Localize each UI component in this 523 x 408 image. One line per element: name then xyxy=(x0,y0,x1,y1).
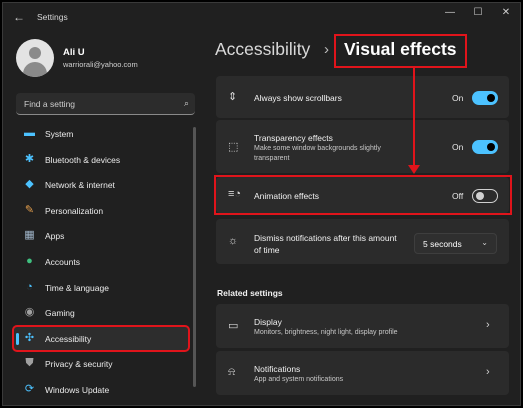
sidebar-item-label: Accounts xyxy=(45,256,80,267)
active-indicator xyxy=(16,332,19,345)
avatar-head-shape xyxy=(29,47,41,59)
sidebar-item-personalization[interactable]: ✎ Personalization xyxy=(13,198,189,224)
sidebar-item-accessibility[interactable]: ✣ Accessibility xyxy=(12,324,190,353)
clock-globe-icon: ◔ xyxy=(26,280,33,293)
sidebar-item-time-language[interactable]: ◔ Time & language xyxy=(13,275,189,301)
settings-window: ← Settings — ☐ ✕ Ali U warriorali@yahoo.… xyxy=(2,2,521,406)
sidebar-item-label: Gaming xyxy=(45,308,75,319)
sidebar-item-label: Personalization xyxy=(45,205,104,216)
sidebar-item-label: Privacy & security xyxy=(45,359,113,370)
toggle-knob xyxy=(487,94,495,102)
transparency-setting-card: ⬚ Transparency effects Make some window … xyxy=(216,120,509,173)
sidebar-item-label: Apps xyxy=(45,231,65,242)
sidebar-item-label: System xyxy=(45,129,74,139)
search-input[interactable] xyxy=(16,93,195,114)
sidebar-item-label: Windows Update xyxy=(45,384,110,395)
notification-timeout-label: Dismiss notifications after this amount … xyxy=(254,233,397,255)
sidebar-item-label: Time & language xyxy=(45,282,109,293)
sidebar-nav: ▬ System ✱ Bluetooth & devices ◆ Network & in… xyxy=(12,121,190,403)
scrollbars-label: Always show scrollbars xyxy=(254,93,342,103)
gamepad-icon: ◉ xyxy=(24,306,35,319)
avatar-body-shape xyxy=(23,62,47,77)
toggle-knob xyxy=(487,143,495,151)
minimize-button[interactable]: — xyxy=(441,7,459,21)
related-settings-heading: Related settings xyxy=(217,288,283,298)
animation-annotation-box xyxy=(214,175,512,215)
transparency-description: Make some window backgrounds slightly tr… xyxy=(254,145,381,162)
monitor-icon: ▭ xyxy=(228,320,239,332)
annotation-arrow-line xyxy=(413,67,415,167)
transparency-label: Transparency effects xyxy=(254,133,333,143)
display-description: Monitors, brightness, night light, displ… xyxy=(254,329,398,336)
bell-icon: ⍾ xyxy=(228,366,236,378)
chevron-down-icon: ⌄ xyxy=(481,238,488,247)
transparency-state: On xyxy=(452,142,464,152)
bluetooth-icon: ✱ xyxy=(24,152,35,165)
accessibility-icon: ✣ xyxy=(24,331,35,344)
breadcrumb-parent[interactable]: Accessibility xyxy=(215,39,310,60)
sidebar-item-label: Accessibility xyxy=(45,333,92,344)
sidebar-item-privacy-security[interactable]: ⛊ Privacy & security xyxy=(13,351,189,377)
user-email: warriorali@yahoo.com xyxy=(63,60,138,69)
notification-timeout-select[interactable]: 5 seconds ⌄ xyxy=(414,233,497,254)
transparency-icon: ⬚ xyxy=(228,141,239,153)
display-link-card[interactable]: ▭ Display Monitors, brightness, night li… xyxy=(216,304,509,348)
sidebar-item-network-internet[interactable]: ◆ Network & internet xyxy=(13,172,189,198)
notifications-label: Notifications xyxy=(254,364,301,374)
page-title: Visual effects xyxy=(344,39,457,59)
search-box[interactable]: ⌕ xyxy=(16,93,195,115)
close-button[interactable]: ✕ xyxy=(497,7,515,21)
transparency-toggle[interactable] xyxy=(472,140,498,154)
chevron-right-icon: › xyxy=(486,366,490,378)
shield-icon: ⛊ xyxy=(25,357,34,370)
notification-timeout-value: 5 seconds xyxy=(423,239,462,249)
avatar[interactable] xyxy=(16,39,54,77)
search-icon[interactable]: ⌕ xyxy=(184,98,189,109)
breadcrumb-separator: › xyxy=(324,41,329,58)
maximize-button[interactable]: ☐ xyxy=(469,7,487,21)
annotation-arrow-head xyxy=(408,165,420,174)
scrollbars-toggle[interactable] xyxy=(472,91,498,105)
sidebar-item-apps[interactable]: ▦ Apps xyxy=(13,223,189,249)
sidebar-scrollbar[interactable] xyxy=(193,127,196,387)
sidebar-item-accounts[interactable]: ● Accounts xyxy=(13,249,189,275)
wifi-icon: ◆ xyxy=(25,178,34,191)
apps-icon: ▦ xyxy=(24,229,35,242)
scroll-arrows-icon: ⇕ xyxy=(228,91,238,103)
app-title: Settings xyxy=(37,12,68,22)
display-label: Display xyxy=(254,317,282,327)
user-name: Ali U xyxy=(63,47,85,58)
sidebar-item-bluetooth-devices[interactable]: ✱ Bluetooth & devices xyxy=(13,147,189,173)
sidebar-item-label: Network & internet xyxy=(45,180,115,191)
brush-icon: ✎ xyxy=(24,203,35,216)
system-icon: ▬ xyxy=(24,127,35,139)
scrollbars-setting-card: ⇕ Always show scrollbars On xyxy=(216,76,509,118)
notifications-link-card[interactable]: ⍾ Notifications App and system notificat… xyxy=(216,351,509,395)
title-bar: ← Settings — ☐ ✕ xyxy=(3,3,520,31)
scrollbars-state: On xyxy=(452,93,464,103)
person-icon: ● xyxy=(26,254,33,267)
chevron-right-icon: › xyxy=(486,319,490,331)
sidebar-item-windows-update[interactable]: ⟳ Windows Update xyxy=(13,377,189,403)
sidebar-item-gaming[interactable]: ◉ Gaming xyxy=(13,300,189,326)
back-arrow-icon[interactable]: ← xyxy=(13,10,25,24)
notifications-description: App and system notifications xyxy=(254,376,344,383)
brightness-icon: ☼ xyxy=(228,235,239,247)
sidebar-item-label: Bluetooth & devices xyxy=(45,154,121,165)
update-icon: ⟳ xyxy=(24,382,35,395)
sidebar-item-system[interactable]: ▬ System xyxy=(13,121,189,147)
